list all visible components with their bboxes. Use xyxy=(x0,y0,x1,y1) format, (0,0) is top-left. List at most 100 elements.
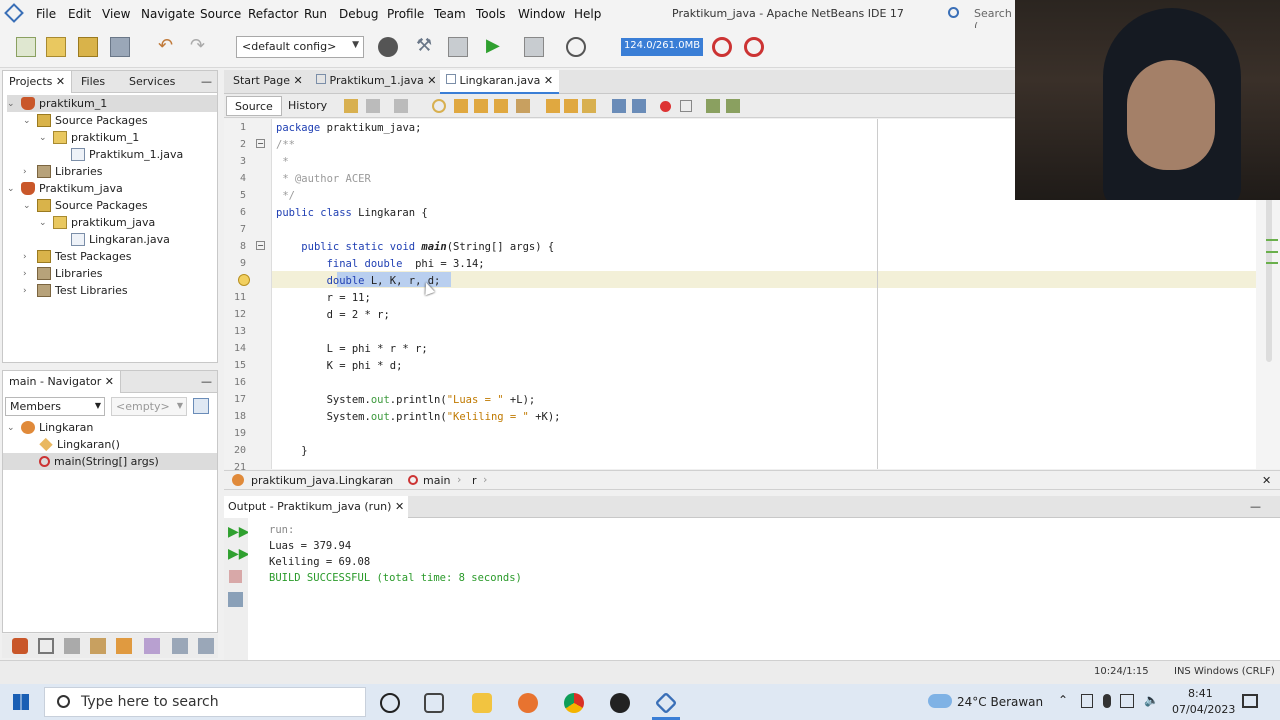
collapse-icon[interactable]: › xyxy=(23,167,33,177)
close-icon[interactable]: ✕ xyxy=(294,74,303,87)
output-console[interactable]: run: Luas = 379.94 Keliling = 69.08 BUIL… xyxy=(248,518,1280,660)
tree-item[interactable]: › Libraries xyxy=(23,163,103,180)
tree-item[interactable]: Lingkaran.java xyxy=(71,231,170,248)
debug-icon[interactable] xyxy=(524,37,544,57)
rerun-icon[interactable]: ▶▶ xyxy=(228,524,250,540)
search-results-icon[interactable] xyxy=(198,638,214,654)
tree-item[interactable]: ⌄ praktikum_1 xyxy=(7,95,217,112)
window-icon[interactable] xyxy=(38,638,54,654)
new-project-icon[interactable] xyxy=(46,37,66,57)
minimize-icon[interactable]: — xyxy=(1250,500,1261,513)
breadcrumb-item[interactable]: main xyxy=(423,474,450,487)
previous-bookmark-icon[interactable] xyxy=(546,99,560,113)
navigator-options-icon[interactable] xyxy=(193,398,209,414)
settings-icon[interactable] xyxy=(228,592,243,607)
close-icon[interactable]: ✕ xyxy=(56,75,65,88)
find-icon[interactable] xyxy=(432,99,446,113)
menu-view[interactable]: View xyxy=(102,7,130,21)
history-button[interactable]: History xyxy=(280,96,335,116)
tree-item[interactable]: › Test Libraries xyxy=(23,282,128,299)
network-icon[interactable] xyxy=(1120,694,1134,708)
expand-icon[interactable]: ⌄ xyxy=(7,184,17,194)
last-edit-icon[interactable] xyxy=(344,99,358,113)
breadcrumb-item[interactable]: r xyxy=(472,474,477,487)
redo-icon[interactable]: ↷ xyxy=(190,37,210,57)
memory-indicator[interactable]: 124.0/261.0MB xyxy=(621,38,703,56)
minimize-icon[interactable]: — xyxy=(201,75,212,88)
tab-lingkaran-java[interactable]: Lingkaran.java ✕ xyxy=(440,70,560,94)
chrome-icon[interactable] xyxy=(564,693,584,713)
expand-icon[interactable]: ⌄ xyxy=(7,423,17,433)
microphone-icon[interactable] xyxy=(1103,694,1111,708)
tree-item[interactable]: ⌄ Lingkaran xyxy=(7,419,93,436)
search-field[interactable]: Search ( xyxy=(948,4,1014,33)
clean-build-icon[interactable] xyxy=(448,37,468,57)
file-explorer-icon[interactable] xyxy=(472,693,492,713)
netbeans-taskbar-icon[interactable] xyxy=(654,691,678,715)
profiler-snapshot-icon[interactable] xyxy=(744,37,764,57)
chevron-up-icon[interactable]: ⌃ xyxy=(1058,693,1068,707)
stop-macro-icon[interactable] xyxy=(680,100,692,112)
tree-item[interactable]: › Libraries xyxy=(23,265,103,282)
test-results-icon[interactable] xyxy=(172,638,188,654)
menu-source[interactable]: Source xyxy=(200,7,241,21)
expand-icon[interactable]: ⌄ xyxy=(39,133,49,143)
close-icon[interactable]: ✕ xyxy=(427,74,436,87)
tab-praktikum1-java[interactable]: Praktikum_1.java ✕ xyxy=(316,74,436,87)
tree-item[interactable]: ⌄ Source Packages xyxy=(23,197,148,214)
find-selection-icon[interactable] xyxy=(494,99,508,113)
clock-time[interactable]: 8:41 xyxy=(1188,687,1213,700)
new-file-icon[interactable] xyxy=(16,37,36,57)
save-all-icon[interactable] xyxy=(110,37,130,57)
tab-files[interactable]: Files xyxy=(81,75,105,88)
tree-item[interactable]: ⌄ Praktikum_java xyxy=(7,180,123,197)
properties-icon[interactable] xyxy=(144,638,160,654)
gc-icon[interactable] xyxy=(712,37,732,57)
notifications-icon[interactable] xyxy=(116,638,132,654)
start-macro-icon[interactable] xyxy=(660,101,671,112)
menu-help[interactable]: Help xyxy=(574,7,601,21)
tree-item[interactable]: main(String[] args) xyxy=(3,453,217,470)
breadcrumb-item[interactable]: praktikum_java.Lingkaran xyxy=(251,474,393,487)
browser-icon[interactable] xyxy=(378,37,398,57)
tab-services[interactable]: Services xyxy=(129,75,175,88)
menu-edit[interactable]: Edit xyxy=(68,7,91,21)
tab-navigator[interactable]: main - Navigator ✕ xyxy=(3,371,121,393)
filter-select[interactable]: <empty> ▼ xyxy=(111,397,187,416)
menu-run[interactable]: Run xyxy=(304,7,327,21)
notification-center-icon[interactable] xyxy=(1242,694,1258,708)
collapse-icon[interactable]: › xyxy=(23,286,33,296)
tab-output[interactable]: Output - Praktikum_java (run) ✕ xyxy=(224,496,409,518)
close-icon[interactable]: ✕ xyxy=(544,74,553,87)
uncomment-icon[interactable] xyxy=(726,99,740,113)
comment-icon[interactable] xyxy=(706,99,720,113)
cortana-icon[interactable] xyxy=(380,693,400,713)
menu-file[interactable]: File xyxy=(36,7,56,21)
menu-team[interactable]: Team xyxy=(434,7,466,21)
collapse-icon[interactable]: › xyxy=(23,252,33,262)
source-button[interactable]: Source xyxy=(226,96,282,116)
toggle-bookmark-icon[interactable] xyxy=(582,99,596,113)
expand-icon[interactable]: ⌄ xyxy=(39,218,49,228)
highlight-icon[interactable] xyxy=(516,99,530,113)
tree-item[interactable]: Praktikum_1.java xyxy=(71,146,183,163)
minimize-icon[interactable]: — xyxy=(201,375,212,388)
build-hammer-icon[interactable]: ⚒ xyxy=(416,37,436,57)
tab-projects[interactable]: Projects ✕ xyxy=(3,71,73,93)
undo-icon[interactable]: ↶ xyxy=(158,37,178,57)
stop-icon[interactable] xyxy=(229,570,242,583)
onedrive-icon[interactable] xyxy=(1081,694,1093,708)
shift-left-icon[interactable] xyxy=(612,99,626,113)
rerun-with-options-icon[interactable]: ▶▶ xyxy=(228,546,250,562)
members-select[interactable]: Members ▼ xyxy=(5,397,105,416)
tree-item[interactable]: › Test Packages xyxy=(23,248,131,265)
services-icon[interactable] xyxy=(12,638,28,654)
close-icon[interactable]: ✕ xyxy=(395,500,404,513)
next-bookmark-icon[interactable] xyxy=(564,99,578,113)
close-icon[interactable]: ✕ xyxy=(1262,474,1271,487)
expand-icon[interactable]: ⌄ xyxy=(7,99,17,109)
palette-icon[interactable] xyxy=(90,638,106,654)
tree-item[interactable]: ⌄ praktikum_1 xyxy=(39,129,139,146)
clock-date[interactable]: 07/04/2023 xyxy=(1172,703,1235,716)
run-icon[interactable]: ▶ xyxy=(486,37,506,57)
